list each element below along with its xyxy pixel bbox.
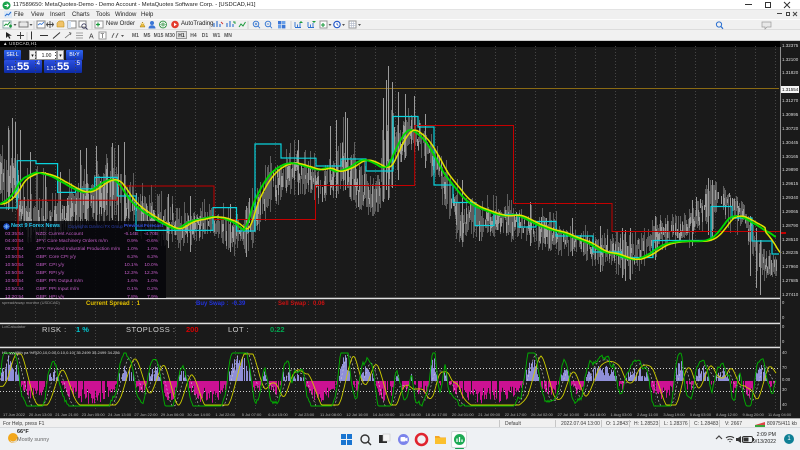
svg-text:T: T <box>101 34 105 40</box>
svg-text:A: A <box>89 34 94 41</box>
